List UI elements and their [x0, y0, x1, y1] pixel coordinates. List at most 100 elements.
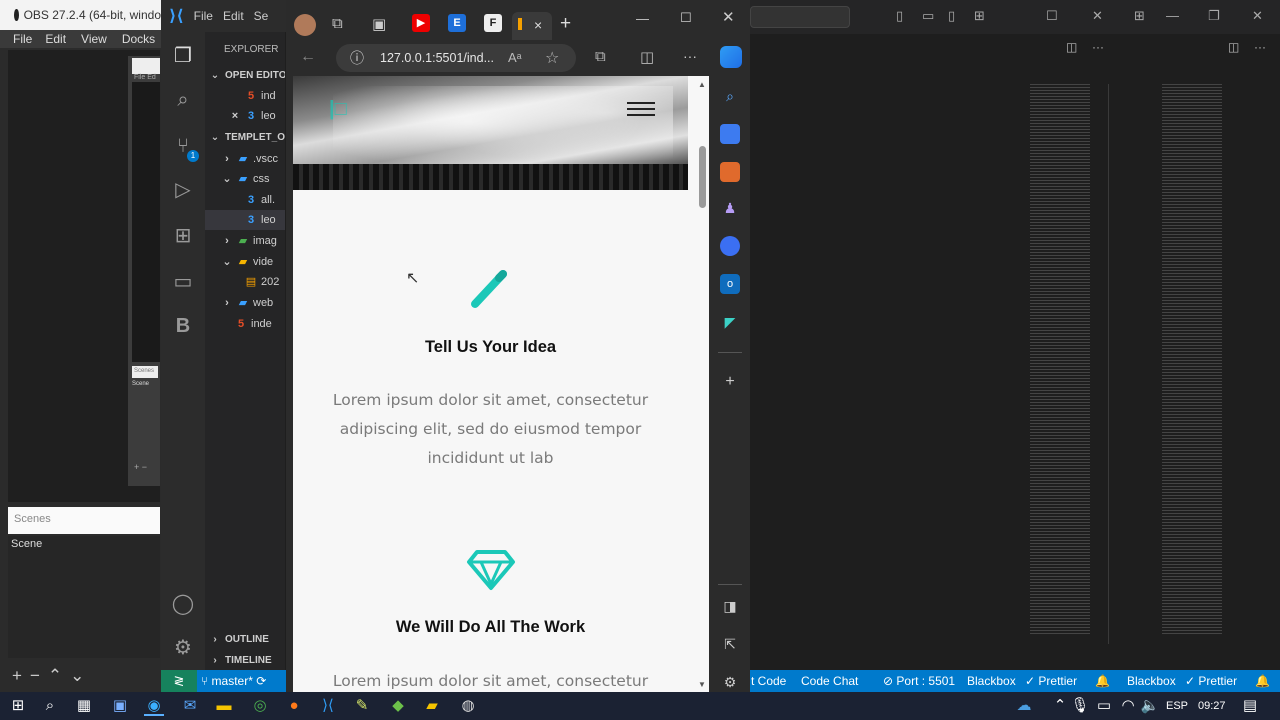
status-blackbox[interactable]: Blackbox [1127, 670, 1176, 692]
extensions-icon[interactable]: ⊞ [171, 224, 195, 248]
edge-taskbar-icon[interactable]: ◉ [144, 696, 164, 716]
network-icon[interactable]: ◠ [1118, 696, 1138, 716]
address-bar[interactable]: ⓘ 127.0.0.1:5501/ind... [336, 44, 576, 72]
toggle-secondary-sidebar-icon[interactable]: ▯ [948, 8, 955, 24]
open-editor-item[interactable]: 5 ind [205, 86, 285, 106]
status-prettier[interactable]: ✓ Prettier [1025, 670, 1077, 692]
obs-menu-edit[interactable]: Edit [39, 30, 73, 48]
scroll-up-icon[interactable]: ▲ [698, 80, 706, 89]
scrollbar-thumb[interactable] [699, 146, 706, 208]
vscode-taskbar-icon[interactable]: ⟩⟨ [318, 696, 338, 716]
tree-item[interactable]: ⌄ ▰ vide [205, 252, 285, 272]
close-window-icon[interactable]: ✕ [722, 8, 735, 26]
split-screen-icon[interactable]: ◫ [640, 48, 654, 66]
obs-taskbar-icon[interactable]: ◍ [458, 696, 478, 716]
hamburger-menu-icon[interactable] [627, 102, 655, 116]
obs-menu-docks[interactable]: Docks [114, 30, 162, 48]
games-icon[interactable]: ♟ [720, 198, 740, 218]
shopping-tag-icon[interactable] [720, 124, 740, 144]
tree-item[interactable]: › ▰ web [205, 293, 285, 313]
active-tab[interactable]: × [512, 12, 552, 40]
read-aloud-icon[interactable]: Aᵃ [508, 50, 522, 65]
minimize-icon[interactable]: — [1166, 8, 1179, 23]
sticky-notes-icon[interactable]: ▰ [422, 696, 442, 716]
tree-item[interactable]: ⌄ ▰ css [205, 169, 285, 189]
input-language[interactable]: ESP [1166, 692, 1188, 720]
hide-sidebar-icon[interactable]: ◨ [720, 596, 740, 616]
tree-item[interactable]: › ▰ imag [205, 231, 285, 251]
vscode-menu-edit[interactable]: Edit [223, 9, 244, 23]
site-logo-icon[interactable]: |□ [329, 98, 361, 122]
branch-status[interactable]: ⑂ master* ⟳ [201, 670, 266, 692]
file-explorer-icon[interactable]: ▬ [214, 696, 234, 716]
minimize-icon[interactable]: — [636, 11, 649, 26]
clock[interactable]: 09:27 [1198, 692, 1226, 720]
tree-item[interactable]: ▤ 202 [205, 272, 285, 292]
onedrive-icon[interactable]: ☁ [1014, 696, 1034, 716]
outlook-icon[interactable]: o [720, 274, 740, 294]
status-blackbox[interactable]: Blackbox [967, 670, 1016, 692]
folder-icon[interactable]: ▭ [171, 270, 195, 294]
outline-header[interactable]: › OUTLINE [205, 630, 285, 650]
bell-icon[interactable]: 🔔 [1255, 670, 1270, 692]
youtube-tab-icon[interactable]: ▶ [412, 14, 430, 32]
microsoft-365-icon[interactable] [720, 236, 740, 256]
split-editor-icon[interactable]: ◫ [1228, 40, 1239, 54]
new-tab-button[interactable]: + [560, 13, 571, 35]
status-prettier[interactable]: ✓ Prettier [1185, 670, 1237, 692]
search-icon[interactable]: ⌕ [171, 88, 195, 112]
app-icon[interactable]: ◆ [388, 696, 408, 716]
live-server-port[interactable]: ⊘ Port : 5501 [883, 670, 955, 692]
close-tab-icon[interactable]: × [534, 17, 542, 33]
tools-icon[interactable] [720, 162, 740, 182]
vertical-tabs-icon[interactable]: ▣ [372, 15, 386, 33]
account-icon[interactable]: ◯ [171, 592, 195, 616]
customize-layout-icon[interactable]: ⊞ [974, 8, 985, 24]
notifications-icon[interactable]: ▤ [1240, 696, 1260, 716]
restore-icon[interactable]: ❐ [1208, 8, 1220, 24]
remove-scene-button[interactable]: − [30, 666, 40, 686]
tree-item[interactable]: 3 leo [205, 210, 285, 230]
open-editors-header[interactable]: ⌄ OPEN EDITO [205, 66, 285, 86]
remote-icon[interactable]: ≷ [161, 670, 197, 692]
tray-chevron-icon[interactable]: ⌃ [1050, 696, 1070, 716]
close-icon[interactable]: ✕ [1252, 8, 1263, 24]
tree-item[interactable]: › ▰ .vscc [205, 149, 285, 169]
store-icon[interactable]: ▣ [110, 696, 130, 716]
blackbox-icon[interactable]: B [171, 314, 195, 338]
microphone-icon[interactable]: 🎙 [1070, 696, 1090, 716]
e-tab-icon[interactable]: E [448, 14, 466, 32]
explorer-icon[interactable]: ❐ [171, 44, 195, 68]
back-icon[interactable]: ← [300, 48, 316, 66]
task-view-icon[interactable]: ▦ [74, 696, 94, 716]
open-editor-item[interactable]: × 3 leo [205, 106, 285, 126]
obs-scene-list[interactable]: Scene [8, 536, 160, 658]
webpage-viewport[interactable]: |□ Tell Us Your Idea Lorem ipsum dolor s… [293, 76, 709, 692]
close-icon[interactable]: ✕ [1092, 8, 1103, 24]
customize-layout-icon[interactable]: ⊞ [1134, 8, 1145, 24]
workspaces-icon[interactable]: ⧉ [332, 15, 343, 32]
scroll-down-icon[interactable]: ▼ [698, 680, 706, 689]
search-icon[interactable]: ⌕ [720, 86, 740, 106]
obs-title-bar[interactable]: OBS 27.2.4 (64-bit, windo [0, 0, 161, 30]
site-info-icon[interactable]: ⓘ [350, 44, 364, 72]
extensions-icon[interactable]: ⧉ [595, 48, 606, 65]
maximize-icon[interactable]: ☐ [1046, 8, 1058, 24]
obs-menu-view[interactable]: View [73, 30, 114, 48]
timeline-header[interactable]: › TIMELINE [205, 651, 285, 670]
sidebar-settings-icon[interactable]: ⚙ [720, 672, 740, 692]
obs-scene-item[interactable]: Scene [11, 538, 157, 550]
volume-icon[interactable]: 🔈 [1140, 696, 1160, 716]
settings-gear-icon[interactable]: ⚙ [171, 636, 195, 660]
windows-start-icon[interactable]: ⊞ [8, 696, 28, 716]
tree-item[interactable]: 5 inde [205, 314, 285, 334]
external-link-icon[interactable]: ⇱ [720, 634, 740, 654]
minimap-left[interactable] [1030, 84, 1090, 634]
close-icon[interactable]: × [229, 106, 241, 126]
status-code-chat[interactable]: Code Chat [801, 670, 858, 692]
more-actions-icon[interactable]: ··· [1092, 40, 1104, 54]
chrome-icon[interactable]: ◎ [250, 696, 270, 716]
status-code[interactable]: t Code [751, 670, 786, 692]
move-up-button[interactable]: ⌃ [48, 666, 62, 686]
vscode-menu-selection[interactable]: Se [254, 9, 269, 23]
